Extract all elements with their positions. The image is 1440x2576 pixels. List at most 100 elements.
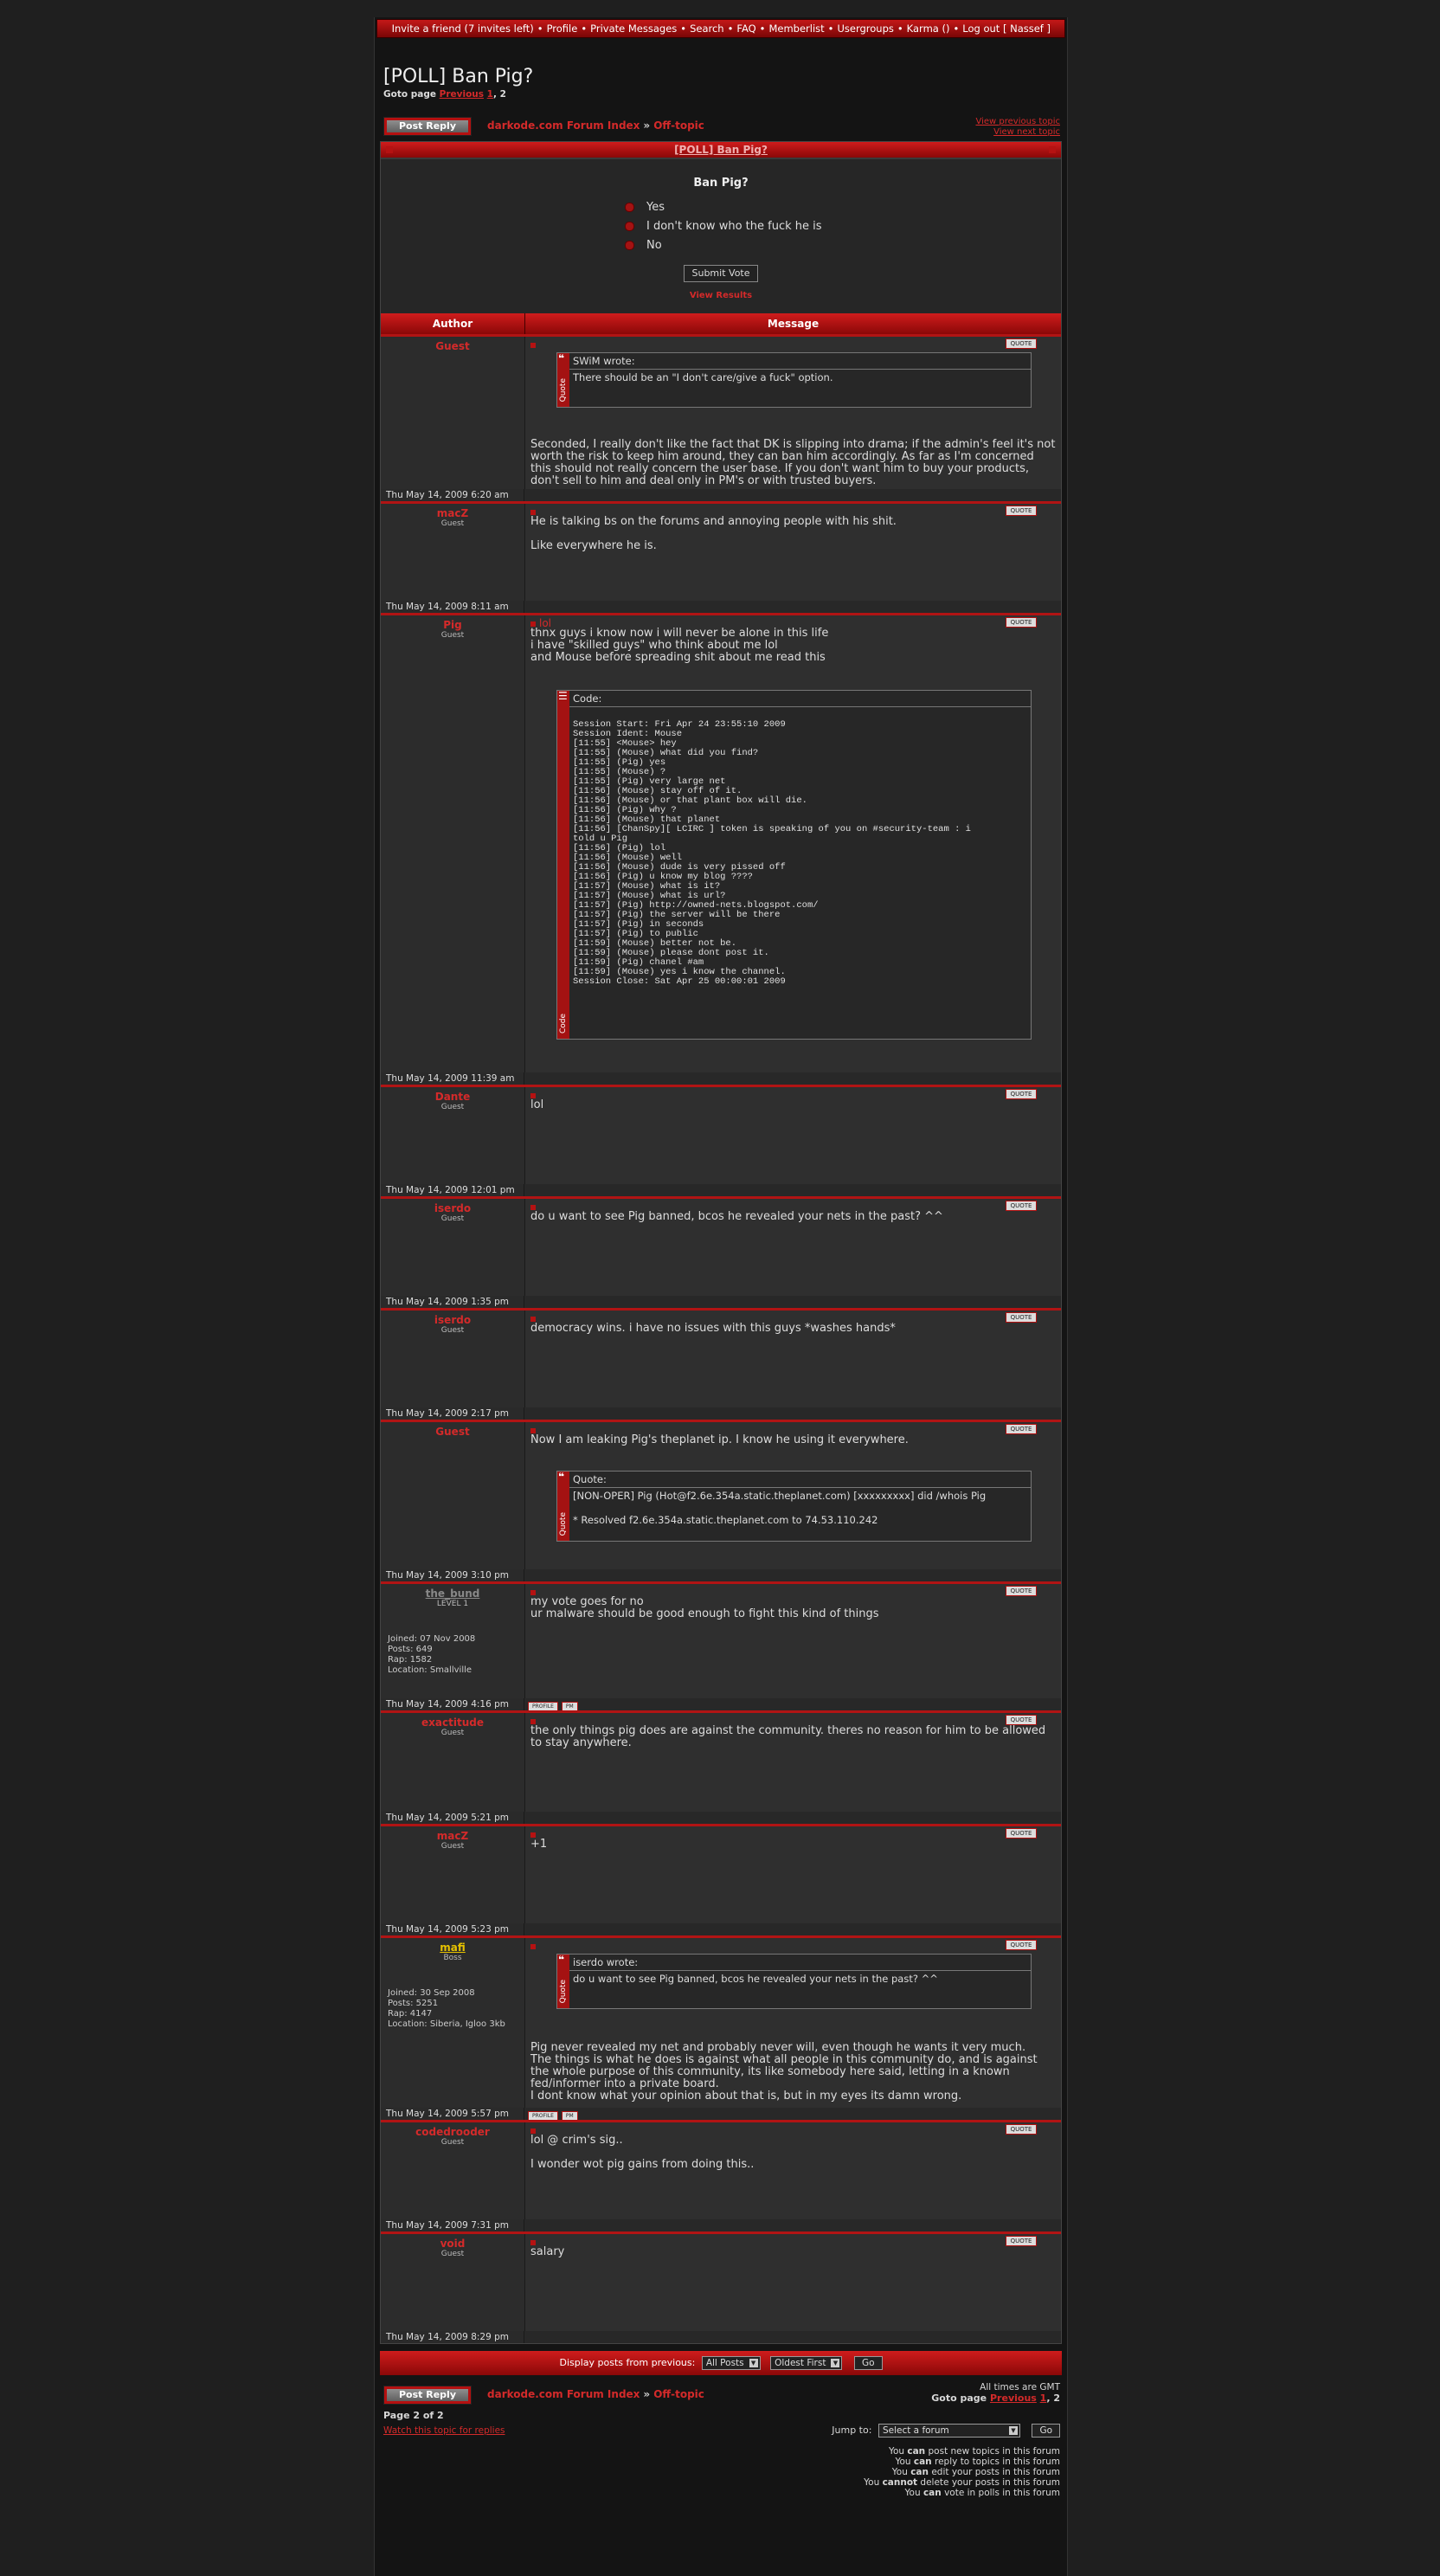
radio-icon[interactable]	[625, 222, 634, 231]
post-actions	[524, 1072, 1061, 1085]
off-topic-link[interactable]: Off-topic	[653, 119, 704, 132]
quote-button[interactable]: QUOTE	[1006, 1089, 1037, 1099]
post-author-name[interactable]: macZ	[381, 507, 524, 519]
order-select[interactable]: Oldest First ▼	[770, 2356, 843, 2370]
previous-page-link[interactable]: Previous	[990, 2392, 1037, 2404]
quote-button[interactable]: QUOTE	[1006, 1312, 1037, 1323]
post-author-name[interactable]: Guest	[381, 1426, 524, 1438]
jump-select[interactable]: Select a forum ▼	[878, 2424, 1020, 2438]
post-author-name[interactable]: the_bund	[381, 1587, 524, 1600]
post-author-name[interactable]: exactitude	[381, 1716, 524, 1729]
post-actions	[524, 1407, 1061, 1420]
post-author-cell: macZ Guest	[381, 1826, 525, 1923]
quote-button[interactable]: QUOTE	[1006, 1424, 1037, 1434]
post-message-cell: QUOTE my vote goes for no ur malware shoul…	[525, 1584, 1061, 1698]
post-author-name[interactable]: mafi	[381, 1942, 524, 1954]
radio-icon[interactable]	[625, 203, 634, 212]
permission-text: vote in polls in this forum	[941, 2488, 1060, 2498]
nav-item-3[interactable]: Search	[690, 23, 724, 35]
post-author-name[interactable]: iserdo	[381, 1202, 524, 1214]
post-message-cell: QUOTE democracy wins. i have no issues wi…	[525, 1311, 1061, 1407]
nav-item-2[interactable]: Private Messages	[590, 23, 677, 35]
post-actions	[524, 489, 1061, 501]
nav-item-8[interactable]: Log out [ Nassef ]	[962, 23, 1051, 35]
jump-go-button[interactable]: Go	[1032, 2424, 1060, 2438]
profile-button[interactable]: PROFILE	[528, 2111, 558, 2121]
view-previous-topic-link[interactable]: View previous topic	[975, 117, 1060, 127]
poll-title-link[interactable]: [POLL] Ban Pig?	[674, 144, 768, 156]
pm-button[interactable]: PM	[561, 1702, 578, 1711]
view-results-link[interactable]: View Results	[690, 291, 752, 300]
profile-button[interactable]: PROFILE	[528, 1702, 558, 1711]
view-next-topic-link[interactable]: View next topic	[975, 127, 1060, 138]
post-subject-line	[530, 1828, 1058, 1839]
previous-page-link[interactable]: Previous	[440, 89, 484, 100]
post-author-name[interactable]: iserdo	[381, 1314, 524, 1326]
days-select[interactable]: All Posts ▼	[701, 2356, 761, 2370]
quote-button[interactable]: QUOTE	[1006, 1828, 1037, 1839]
nav-item-0[interactable]: Invite a friend (7 invites left)	[392, 23, 534, 35]
quote-button[interactable]: QUOTE	[1006, 617, 1037, 628]
post-date: Thu May 14, 2009 5:21 pm	[381, 1812, 524, 1824]
permission-line: You can edit your posts in this forum	[864, 2467, 1060, 2477]
post-message-cell: QUOTE lol @ crim's sig.. I wonder wot pig …	[525, 2122, 1061, 2219]
poll-option-dont-know[interactable]: I don't know who the fuck he is	[625, 220, 822, 233]
watch-topic-link[interactable]: Watch this topic for replies	[383, 2425, 505, 2436]
quote-mark-icon: ❝	[558, 352, 565, 364]
post-line	[530, 528, 1058, 540]
quote-button[interactable]: QUOTE	[1006, 338, 1037, 349]
permissions-list: You can post new topics in this forum You…	[864, 2446, 1060, 2498]
submit-vote-button[interactable]: Submit Vote	[684, 265, 758, 282]
quote-button[interactable]: QUOTE	[1006, 2124, 1037, 2135]
post-author-rank: Guest	[440, 519, 465, 528]
pm-button[interactable]: PM	[561, 2111, 578, 2121]
post-author-name[interactable]: void	[381, 2238, 524, 2250]
post-icon	[530, 1944, 536, 1949]
permission-text: delete your posts in this forum	[917, 2477, 1060, 2488]
radio-icon[interactable]	[625, 241, 634, 250]
quote-button[interactable]: QUOTE	[1006, 1201, 1037, 1211]
quote-author: iserdo wrote:	[569, 1955, 1031, 1971]
post-text: lol @ crim's sig.. I wonder wot pig gains…	[530, 2135, 1058, 2171]
post-author-name[interactable]: Guest	[381, 340, 524, 352]
quote-button[interactable]: QUOTE	[1006, 2236, 1037, 2246]
post-reply-button-bottom[interactable]: Post Reply	[383, 2386, 472, 2405]
post: Guest QUOTE ❝ Quote SWiM wrote: There should …	[381, 334, 1061, 501]
nav-item-7[interactable]: Karma ()	[907, 23, 950, 35]
post-author-name[interactable]: macZ	[381, 1830, 524, 1842]
author-detail: Posts: 5251	[388, 1999, 439, 2008]
quote-line: There should be an "I don't care/give a …	[573, 371, 833, 383]
post-text: Now I am leaking Pig's theplanet ip. I k…	[530, 1434, 1058, 1446]
topic-nav: View previous topic View next topic	[975, 117, 1060, 138]
post-author-name[interactable]: codedrooder	[381, 2126, 524, 2138]
message-column-header: Message	[767, 318, 820, 330]
display-go-button[interactable]: Go	[853, 2356, 883, 2370]
forum-index-link[interactable]: darkode.com Forum Index	[487, 2388, 640, 2400]
goto-label: Goto page	[383, 89, 436, 100]
post-author-name[interactable]: Pig	[381, 619, 524, 631]
nav-item-5[interactable]: Memberlist	[768, 23, 824, 35]
nav-item-4[interactable]: FAQ	[736, 23, 755, 35]
post-text: thnx guys i know now i will never be alo…	[530, 628, 1058, 664]
forum-index-link[interactable]: darkode.com Forum Index	[487, 119, 640, 132]
poll-option-no[interactable]: No	[625, 239, 662, 252]
quote-button[interactable]: QUOTE	[1006, 1940, 1037, 1950]
quote-button[interactable]: QUOTE	[1006, 1586, 1037, 1596]
quote-button[interactable]: QUOTE	[1006, 1715, 1037, 1725]
post-reply-button[interactable]: Post Reply	[383, 117, 472, 136]
post-line: salary	[530, 2245, 565, 2258]
off-topic-link[interactable]: Off-topic	[653, 2388, 704, 2400]
page-1-link[interactable]: 1	[487, 89, 493, 100]
post-actions: PROFILE PM	[524, 1698, 1061, 1711]
nav-item-1[interactable]: Profile	[547, 23, 578, 35]
quote-button[interactable]: QUOTE	[1006, 506, 1037, 516]
quote-label: Quote	[559, 377, 568, 402]
post-author-name[interactable]: Dante	[381, 1091, 524, 1103]
corner-icon	[386, 146, 393, 153]
poll-option-yes[interactable]: Yes	[625, 201, 665, 214]
corner-icon	[1049, 146, 1056, 153]
nav-item-6[interactable]: Usergroups	[837, 23, 893, 35]
all-times-gmt: All times are GMT	[980, 2382, 1060, 2392]
post-footer: Thu May 14, 2009 5:21 pm	[381, 1812, 1061, 1824]
